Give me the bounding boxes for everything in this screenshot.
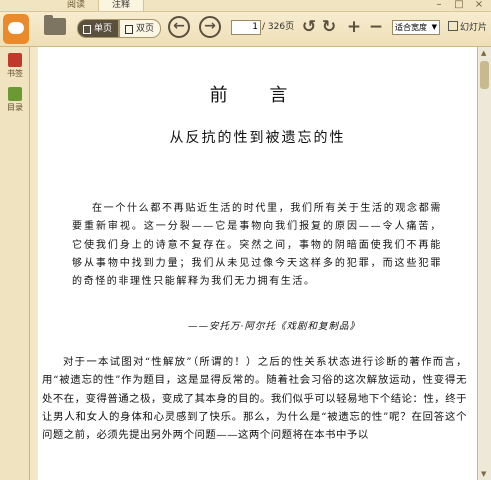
scroll-up-icon[interactable]: ▲ [481,49,486,57]
prev-page-icon[interactable]: ← [168,16,190,38]
maximize-icon[interactable]: □ [450,0,468,11]
document-page: 前 言 从反抗的性到被遗忘的性 在一个什么都不再贴近生活的时代里，我们所有关于生… [38,47,477,480]
single-page-label: 单页 [94,24,113,34]
tab-read[interactable]: 阅读 [54,0,98,11]
double-page-icon [125,25,133,34]
single-page-button[interactable]: 单页 [77,19,119,38]
zoom-in-icon[interactable]: + [345,17,363,37]
body-text: 对于一本试图对“性解放”（所谓的！）之后的性关系状态进行诊断的著作而言，用“被遗… [42,353,467,444]
open-folder-icon[interactable] [44,15,66,35]
scrollbar-thumb[interactable] [480,61,489,89]
next-page-icon[interactable]: → [199,16,221,38]
epigraph-attribution: ——安托万·阿尔托《戏剧和复制品》 [188,321,361,332]
single-page-icon [83,25,91,34]
body-paragraph: 对于一本试图对“性解放”（所谓的！）之后的性关系状态进行诊断的著作而言，用“被遗… [42,356,467,442]
page-subtitle: 从反抗的性到被遗忘的性 [169,130,346,146]
sidebar-item-label: 书签 [7,69,23,78]
bookmark-icon [8,53,22,67]
sidebar: 书签 目录 [0,47,30,480]
slideshow-icon [448,21,458,31]
epigraph-text: 在一个什么都不再贴近生活的时代里，我们所有关于生活的观念都需要重新审视。这一分裂… [72,203,442,288]
scroll-down-icon[interactable]: ▼ [481,470,486,478]
epigraph: 在一个什么都不再贴近生活的时代里，我们所有关于生活的观念都需要重新审视。这一分裂… [72,200,442,291]
chevron-down-icon: ▼ [431,23,437,31]
minimize-icon[interactable]: – [430,0,448,11]
sidebar-item-label: 目录 [7,103,23,112]
sidebar-item-bookmarks[interactable]: 书签 [3,53,27,79]
zoom-select[interactable]: 适合宽度 ▼ [392,20,440,35]
rotate-right-icon[interactable]: ↻ [320,17,338,37]
zoom-out-icon[interactable]: − [367,17,385,37]
app-logo-icon[interactable] [3,14,29,44]
vertical-scrollbar[interactable]: ▲ ▼ [477,47,491,480]
double-page-button[interactable]: 双页 [119,19,161,38]
rotate-left-icon[interactable]: ↺ [300,17,318,37]
zoom-value: 适合宽度 [395,23,427,32]
tab-annotate[interactable]: 注释 [98,0,144,11]
close-icon[interactable]: × [470,0,488,11]
toc-icon [8,87,22,101]
page-total: / 326页 [262,22,295,32]
page-title: 前 言 [209,85,306,106]
slideshow-button[interactable]: 幻灯片 [448,21,487,35]
double-page-label: 双页 [136,24,155,34]
title-bar: 阅读 注释 – □ × [0,0,491,12]
page-number-input[interactable]: 1 [231,20,261,35]
sidebar-item-toc[interactable]: 目录 [3,87,27,113]
slideshow-label: 幻灯片 [460,23,488,33]
